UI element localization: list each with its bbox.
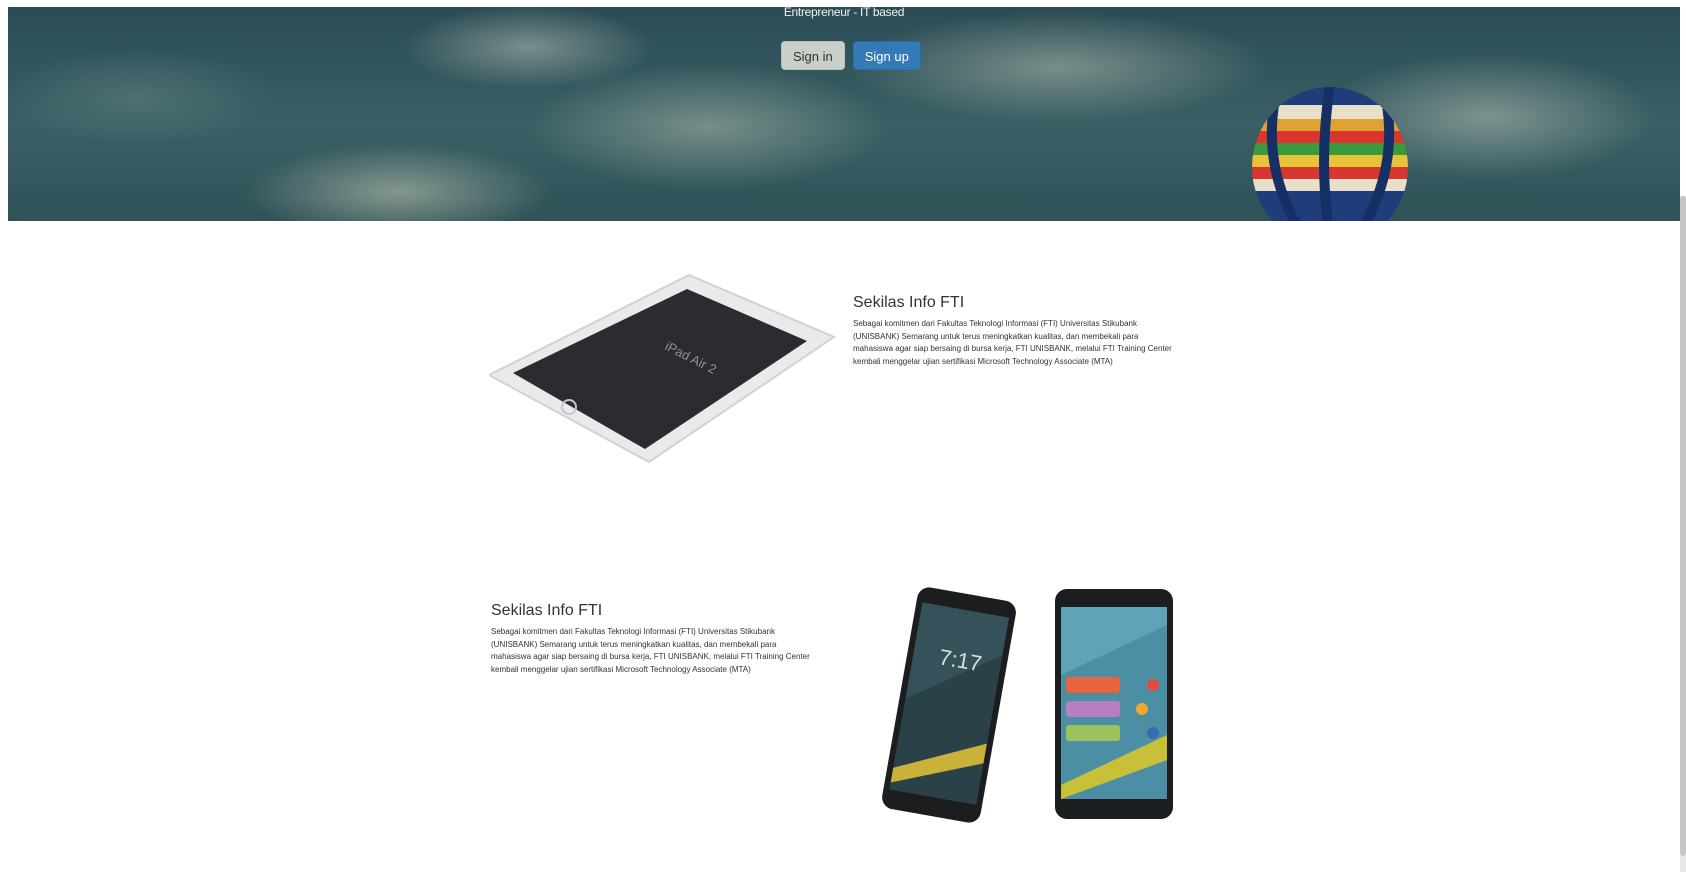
- info-section-1: Sekilas Info FTI Sebagai komitmen dari F…: [853, 294, 1173, 368]
- scrollbar-thumb[interactable]: [1680, 196, 1686, 856]
- sign-up-button[interactable]: Sign up: [852, 41, 921, 70]
- section-2-title: Sekilas Info FTI: [491, 602, 603, 619]
- page: Entrepreneur - IT based Sign in Sign up: [0, 0, 1686, 872]
- section-2-body: Sebagai komitmen dari Fakultas Teknologi…: [491, 627, 810, 674]
- hot-air-balloon-image: [1252, 87, 1408, 221]
- ipad-image: iPad Air 2: [486, 267, 839, 467]
- hero-buttons: Sign in Sign up: [781, 41, 921, 70]
- hero-banner: Entrepreneur - IT based Sign in Sign up: [8, 7, 1680, 221]
- section-1-body: Sebagai komitmen dari Fakultas Teknologi…: [853, 319, 1172, 366]
- android-phones-image: 7:17: [880, 585, 1180, 830]
- hero-subtitle: Entrepreneur - IT based: [783, 7, 905, 19]
- info-section-2: Sekilas Info FTI Sebagai komitmen dari F…: [491, 602, 811, 676]
- section-1-title: Sekilas Info FTI: [853, 294, 965, 311]
- sign-in-button[interactable]: Sign in: [781, 41, 845, 70]
